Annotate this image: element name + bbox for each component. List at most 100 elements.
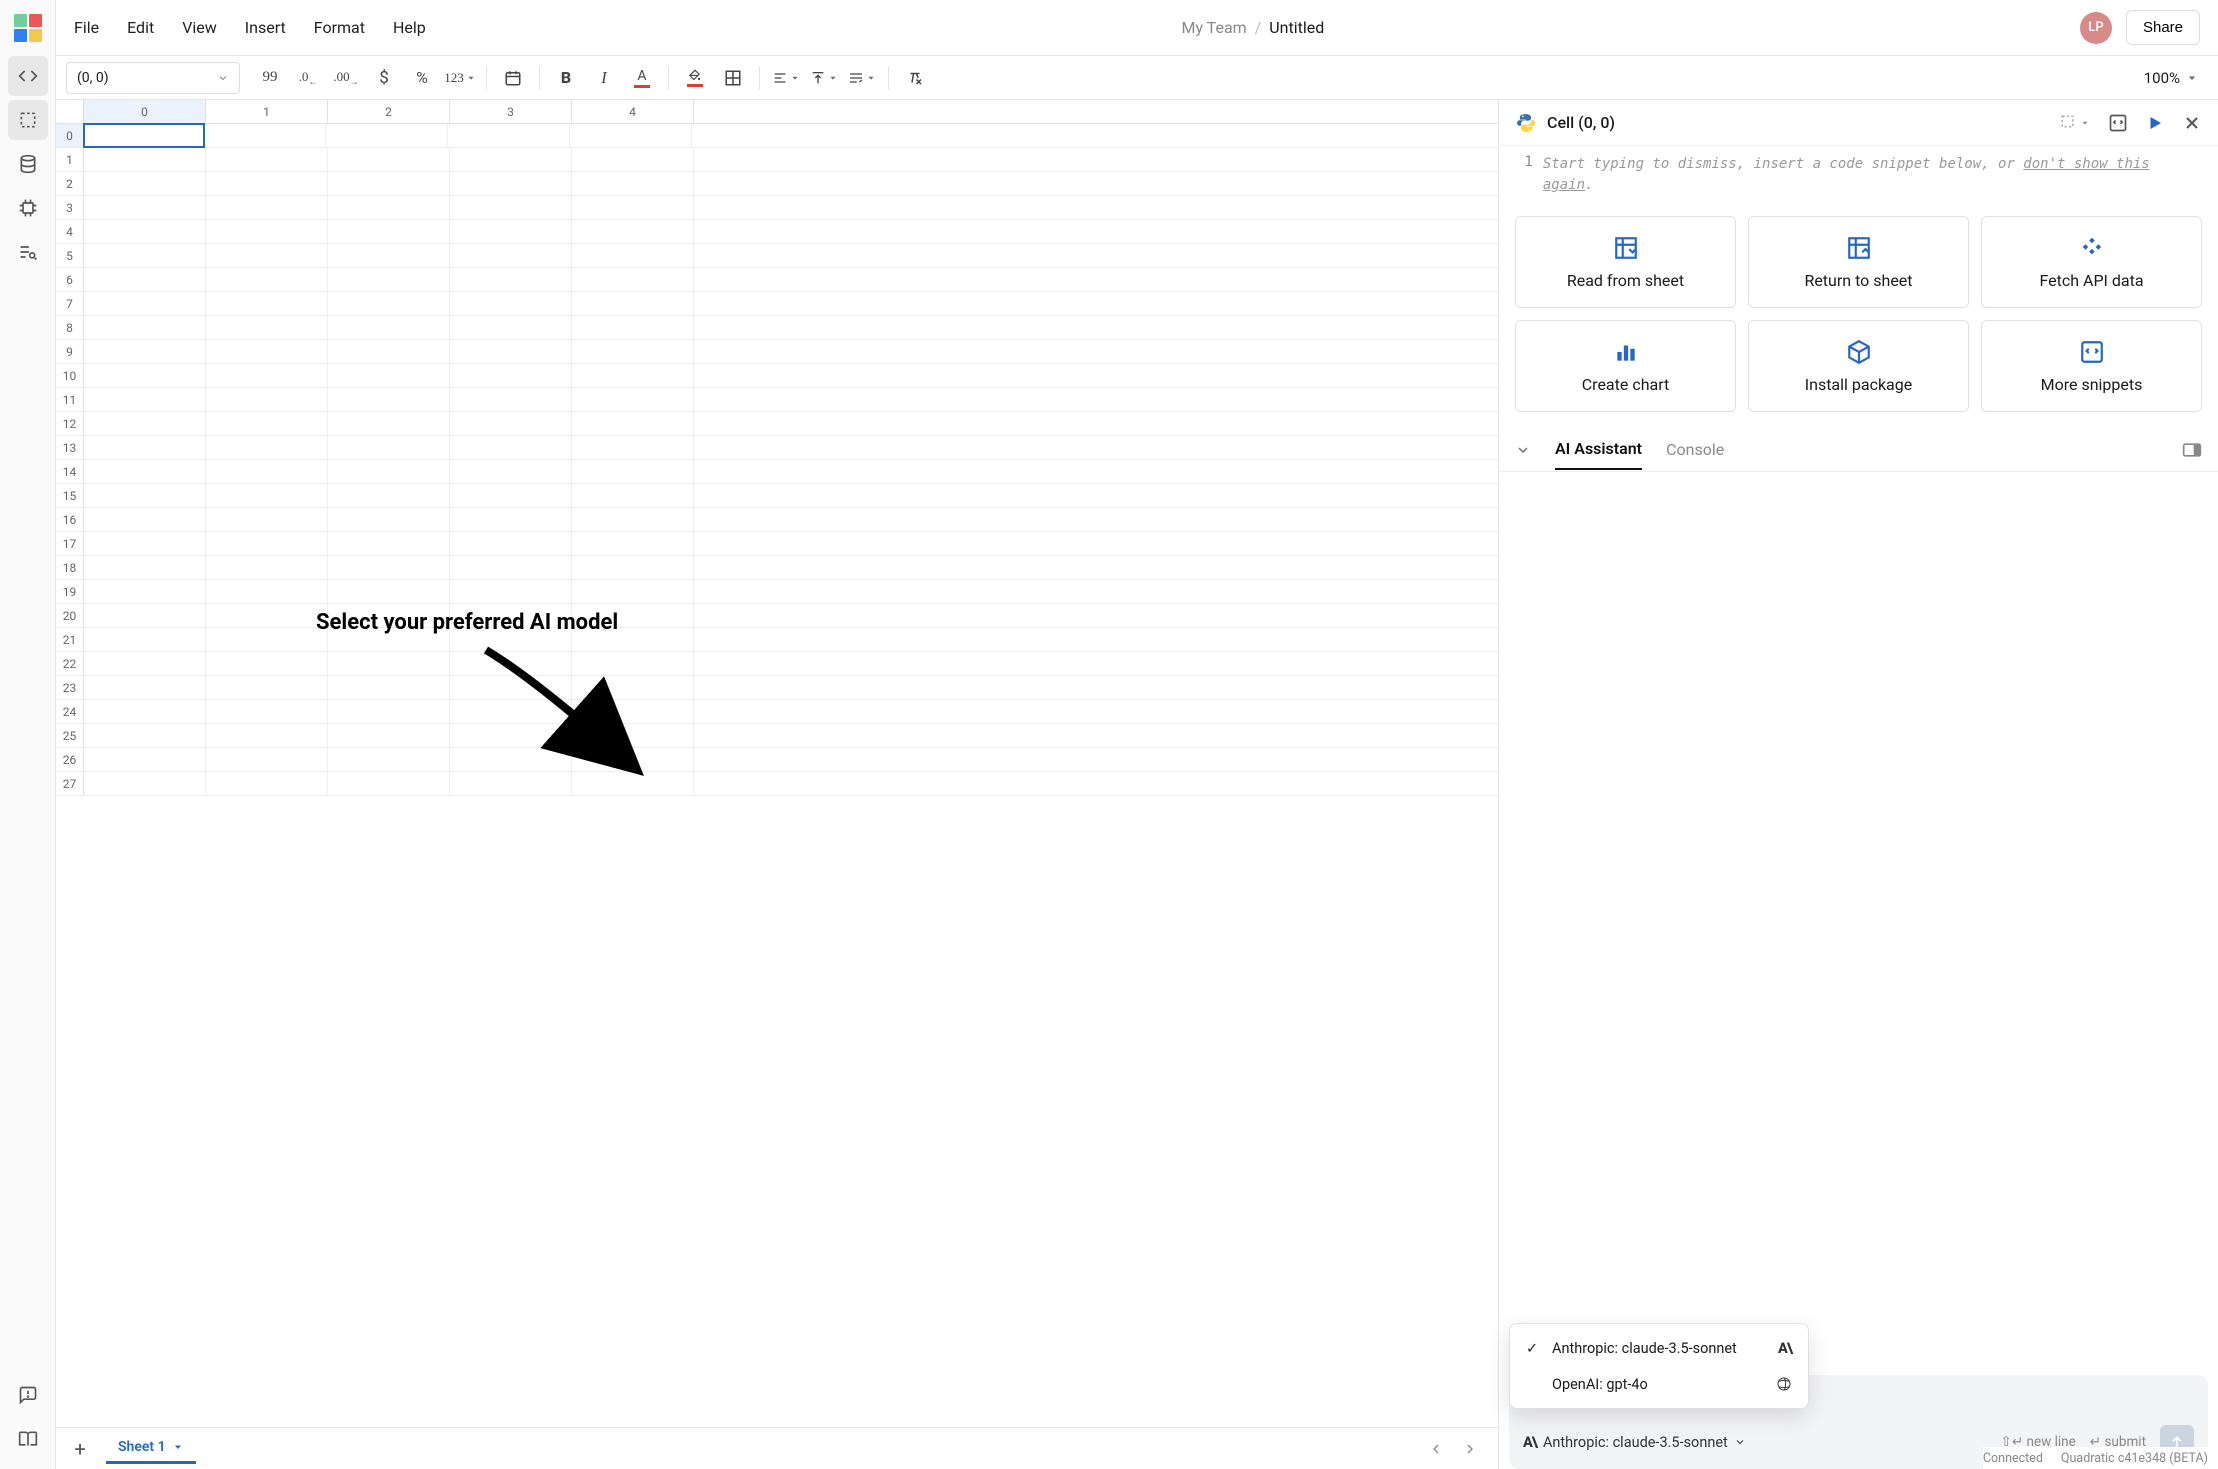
cell[interactable] bbox=[572, 388, 694, 411]
cell[interactable] bbox=[204, 124, 326, 147]
snippet-read-from-sheet[interactable]: Read from sheet bbox=[1515, 216, 1736, 308]
cell[interactable] bbox=[450, 388, 572, 411]
cell[interactable] bbox=[450, 484, 572, 507]
cell[interactable] bbox=[84, 460, 206, 483]
wrap-button[interactable] bbox=[844, 62, 880, 94]
date-format-button[interactable] bbox=[495, 62, 531, 94]
cell[interactable] bbox=[450, 604, 572, 627]
row-header[interactable]: 19 bbox=[56, 580, 84, 603]
col-header[interactable]: 2 bbox=[328, 100, 450, 123]
cell[interactable] bbox=[450, 676, 572, 699]
cell[interactable] bbox=[84, 724, 206, 747]
cell[interactable] bbox=[328, 748, 450, 771]
model-option-anthropic[interactable]: ✓ Anthropic: claude-3.5-sonnet A\ bbox=[1516, 1330, 1802, 1366]
cell[interactable] bbox=[84, 532, 206, 555]
cell[interactable] bbox=[572, 604, 694, 627]
cell[interactable] bbox=[84, 436, 206, 459]
cell[interactable] bbox=[206, 268, 328, 291]
cell[interactable] bbox=[84, 412, 206, 435]
cell[interactable] bbox=[84, 604, 206, 627]
code-icon[interactable] bbox=[8, 56, 48, 96]
snippet-create-chart[interactable]: Create chart bbox=[1515, 320, 1736, 412]
row-header[interactable]: 12 bbox=[56, 412, 84, 435]
col-header[interactable]: 0 bbox=[84, 100, 206, 123]
cell[interactable] bbox=[450, 268, 572, 291]
row-header[interactable]: 6 bbox=[56, 268, 84, 291]
cell[interactable] bbox=[450, 364, 572, 387]
currency-button[interactable]: $ bbox=[366, 62, 402, 94]
cell[interactable] bbox=[206, 676, 328, 699]
cell[interactable] bbox=[328, 172, 450, 195]
cell[interactable] bbox=[206, 580, 328, 603]
chip-icon[interactable] bbox=[8, 188, 48, 228]
cell[interactable] bbox=[572, 460, 694, 483]
cell[interactable] bbox=[450, 700, 572, 723]
cell[interactable] bbox=[450, 172, 572, 195]
zoom-dropdown[interactable]: 100% bbox=[2144, 69, 2208, 87]
cell[interactable] bbox=[84, 196, 206, 219]
cell[interactable] bbox=[84, 292, 206, 315]
col-header[interactable]: 1 bbox=[206, 100, 328, 123]
cell[interactable] bbox=[328, 532, 450, 555]
cell[interactable] bbox=[328, 580, 450, 603]
cell[interactable] bbox=[572, 364, 694, 387]
cell[interactable] bbox=[328, 484, 450, 507]
cell[interactable] bbox=[206, 484, 328, 507]
snippet-return-to-sheet[interactable]: Return to sheet bbox=[1748, 216, 1969, 308]
cell[interactable] bbox=[84, 316, 206, 339]
cell[interactable] bbox=[328, 316, 450, 339]
menu-format[interactable]: Format bbox=[314, 18, 365, 37]
cell[interactable] bbox=[206, 460, 328, 483]
tab-ai-assistant[interactable]: AI Assistant bbox=[1555, 429, 1642, 470]
sheet-tab[interactable]: Sheet 1 bbox=[106, 1433, 196, 1464]
cell[interactable] bbox=[572, 556, 694, 579]
cell[interactable] bbox=[206, 172, 328, 195]
cell[interactable] bbox=[572, 148, 694, 171]
cell[interactable] bbox=[328, 628, 450, 651]
cell[interactable] bbox=[328, 460, 450, 483]
cell[interactable] bbox=[206, 220, 328, 243]
cell[interactable] bbox=[206, 316, 328, 339]
v-align-button[interactable] bbox=[806, 62, 842, 94]
snippet-library-icon[interactable] bbox=[2108, 113, 2128, 133]
cell[interactable] bbox=[572, 676, 694, 699]
cell[interactable] bbox=[206, 436, 328, 459]
cell-reference-input[interactable]: (0, 0) bbox=[66, 62, 240, 94]
cell[interactable] bbox=[572, 196, 694, 219]
row-header[interactable]: 24 bbox=[56, 700, 84, 723]
percent-button[interactable]: % bbox=[404, 62, 440, 94]
cell[interactable] bbox=[83, 123, 205, 148]
cell[interactable] bbox=[572, 292, 694, 315]
cell[interactable] bbox=[328, 220, 450, 243]
cell[interactable] bbox=[84, 484, 206, 507]
cell[interactable] bbox=[328, 196, 450, 219]
panel-layout-icon[interactable] bbox=[2182, 442, 2202, 458]
add-sheet-button[interactable]: + bbox=[66, 1435, 94, 1463]
cell[interactable] bbox=[572, 412, 694, 435]
cell[interactable] bbox=[572, 508, 694, 531]
h-align-button[interactable] bbox=[768, 62, 804, 94]
row-header[interactable]: 25 bbox=[56, 724, 84, 747]
italic-button[interactable]: I bbox=[586, 62, 622, 94]
cell[interactable] bbox=[84, 244, 206, 267]
team-name[interactable]: My Team bbox=[1181, 18, 1246, 37]
cell[interactable] bbox=[84, 652, 206, 675]
cell[interactable] bbox=[206, 508, 328, 531]
cell[interactable] bbox=[84, 772, 206, 795]
search-list-icon[interactable] bbox=[8, 232, 48, 272]
increase-decimal-button[interactable]: .00→ bbox=[328, 62, 364, 94]
cell[interactable] bbox=[328, 556, 450, 579]
cell[interactable] bbox=[572, 580, 694, 603]
cell[interactable] bbox=[572, 340, 694, 363]
cell[interactable] bbox=[206, 196, 328, 219]
row-header[interactable]: 16 bbox=[56, 508, 84, 531]
decrease-decimal-button[interactable]: .0← bbox=[290, 62, 326, 94]
row-header[interactable]: 20 bbox=[56, 604, 84, 627]
cell[interactable] bbox=[572, 724, 694, 747]
cell[interactable] bbox=[206, 652, 328, 675]
cell[interactable] bbox=[328, 724, 450, 747]
cell[interactable] bbox=[328, 676, 450, 699]
cell[interactable] bbox=[450, 628, 572, 651]
row-header[interactable]: 23 bbox=[56, 676, 84, 699]
snippet-more[interactable]: More snippets bbox=[1981, 320, 2202, 412]
